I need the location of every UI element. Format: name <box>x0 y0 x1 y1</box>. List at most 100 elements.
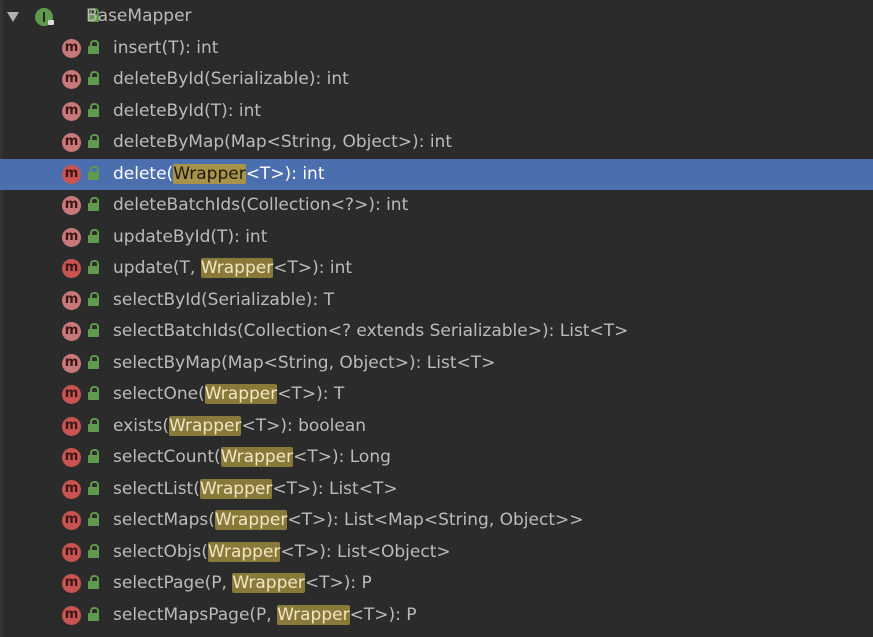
signature-text: selectMapsPage(P, <box>113 604 278 625</box>
method-row[interactable]: m deleteById(T): int <box>0 96 873 127</box>
method-row[interactable]: m selectOne(Wrapper<T>): T <box>0 379 873 410</box>
method-m-icon: m <box>62 353 81 373</box>
method-row[interactable]: m selectMaps(Wrapper<T>): List<Map<String… <box>0 505 873 536</box>
search-match-highlight: Wrapper <box>220 447 294 467</box>
method-signature: deleteById(Serializable): int <box>113 64 349 95</box>
method-m-icon: m <box>62 385 81 404</box>
signature-text: selectBatchIds(Collection<? extends Seri… <box>113 321 629 341</box>
method-m-icon: m <box>62 290 81 310</box>
search-match-highlight: Wrapper <box>200 258 274 278</box>
method-signature: exists(Wrapper<T>): boolean <box>113 411 366 442</box>
search-match-highlight: Wrapper <box>199 478 273 499</box>
method-m-icon: m <box>62 227 81 247</box>
signature-text: deleteByMap(Map<String, Object>): int <box>113 132 452 152</box>
method-row[interactable]: m update(T, Wrapper<T>): int <box>0 253 873 284</box>
method-row[interactable]: m delete(Wrapper<T>): int <box>0 158 873 190</box>
method-m-icon: m <box>62 574 81 593</box>
method-row[interactable]: m deleteById(Serializable): int <box>0 64 873 95</box>
triangle-down-icon[interactable] <box>7 12 19 22</box>
signature-text: selectCount( <box>113 447 221 467</box>
public-lock-icon <box>88 512 100 527</box>
method-row[interactable]: m deleteBatchIds(Collection<?>): int <box>0 190 873 221</box>
search-match-highlight: Wrapper <box>173 163 246 184</box>
public-lock-icon <box>88 323 100 338</box>
method-signature: selectById(Serializable): T <box>113 285 334 316</box>
method-m-icon: m <box>62 542 81 562</box>
method-signature: selectMaps(Wrapper<T>): List<Map<String,… <box>113 505 584 536</box>
method-row[interactable]: m insert(T): int <box>0 33 873 64</box>
method-m-icon: m <box>62 133 81 152</box>
signature-text: update(T, <box>113 258 201 278</box>
public-lock-icon <box>88 134 100 149</box>
tree-root-label: BaseMapper <box>86 6 192 26</box>
method-m-icon: m <box>62 511 81 530</box>
search-match-highlight: Wrapper <box>232 573 305 593</box>
method-m-icon: m <box>62 70 81 89</box>
method-signature: selectPage(P, Wrapper<T>): P <box>113 568 372 599</box>
public-lock-icon <box>88 102 100 118</box>
method-signature: delete(Wrapper<T>): int <box>113 159 325 190</box>
method-row[interactable]: m selectById(Serializable): T <box>0 285 873 316</box>
signature-text: selectOne( <box>113 384 205 404</box>
signature-text: selectObjs( <box>113 541 208 562</box>
method-m-icon: m <box>62 38 81 58</box>
signature-text: delete( <box>113 163 174 184</box>
method-m-icon: m <box>62 479 81 499</box>
signature-text: exists( <box>113 415 169 436</box>
signature-text: selectByMap(Map<String, Object>): List<T… <box>113 352 496 373</box>
public-lock-icon <box>88 606 100 622</box>
method-m-icon: m <box>62 416 81 436</box>
signature-text: <T>): List<Map<String, Object>> <box>287 510 584 530</box>
method-m-icon: m <box>62 164 81 184</box>
interface-icon <box>35 8 54 26</box>
method-row[interactable]: m selectBatchIds(Collection<? extends Ser… <box>0 316 873 347</box>
method-signature: selectCount(Wrapper<T>): Long <box>113 442 391 473</box>
method-row[interactable]: m selectPage(P, Wrapper<T>): P <box>0 568 873 599</box>
method-signature: selectList(Wrapper<T>): List<T> <box>113 474 398 505</box>
public-lock-icon <box>88 260 100 275</box>
signature-text: deleteById(T): int <box>113 100 262 121</box>
method-m-icon: m <box>62 196 81 215</box>
signature-text: deleteById(Serializable): int <box>113 69 349 89</box>
public-lock-icon <box>88 543 100 559</box>
method-row[interactable]: m selectByMap(Map<String, Object>): List<… <box>0 348 873 379</box>
public-lock-icon <box>88 291 100 307</box>
method-signature: updateById(T): int <box>113 222 267 253</box>
signature-text: updateById(T): int <box>113 226 268 247</box>
method-row[interactable]: m selectMapsPage(P, Wrapper<T>): P <box>0 600 873 631</box>
method-m-icon: m <box>62 259 81 278</box>
signature-text: insert(T): int <box>113 37 219 58</box>
method-signature: deleteBatchIds(Collection<?>): int <box>113 190 408 221</box>
method-m-icon: m <box>62 101 81 121</box>
signature-text: <T>): Long <box>293 447 391 467</box>
signature-text: selectById(Serializable): T <box>113 289 334 310</box>
tree-root-basemapper[interactable]: BaseMapper <box>0 1 873 32</box>
method-row[interactable]: m selectCount(Wrapper<T>): Long <box>0 442 873 473</box>
method-signature: selectByMap(Map<String, Object>): List<T… <box>113 348 495 379</box>
method-row[interactable]: m selectList(Wrapper<T>): List<T> <box>0 474 873 505</box>
search-match-highlight: Wrapper <box>204 384 278 404</box>
signature-text: selectMaps( <box>113 510 215 530</box>
method-m-icon: m <box>62 448 81 467</box>
method-signature: deleteById(T): int <box>113 96 261 127</box>
search-match-highlight: Wrapper <box>277 604 350 625</box>
method-signature: selectMapsPage(P, Wrapper<T>): P <box>113 600 416 631</box>
signature-text: <T>): int <box>245 163 325 184</box>
method-row[interactable]: m updateById(T): int <box>0 222 873 253</box>
public-lock-icon <box>88 575 100 590</box>
signature-text: <T>): int <box>273 258 353 278</box>
public-lock-icon <box>88 480 100 496</box>
method-row[interactable]: m deleteByMap(Map<String, Object>): int <box>0 127 873 158</box>
method-signature: insert(T): int <box>113 33 218 64</box>
signature-text: <T>): T <box>277 384 345 404</box>
method-signature: selectObjs(Wrapper<T>): List<Object> <box>113 537 451 568</box>
signature-text: <T>): boolean <box>241 415 367 436</box>
public-lock-icon <box>88 449 100 464</box>
method-row[interactable]: m selectObjs(Wrapper<T>): List<Object> <box>0 537 873 568</box>
public-lock-icon <box>88 39 100 55</box>
signature-text: <T>): List<Object> <box>280 541 451 562</box>
search-match-highlight: Wrapper <box>168 415 242 436</box>
method-row[interactable]: m exists(Wrapper<T>): boolean <box>0 411 873 442</box>
public-lock-icon <box>88 386 100 401</box>
method-signature: selectBatchIds(Collection<? extends Seri… <box>113 316 628 347</box>
